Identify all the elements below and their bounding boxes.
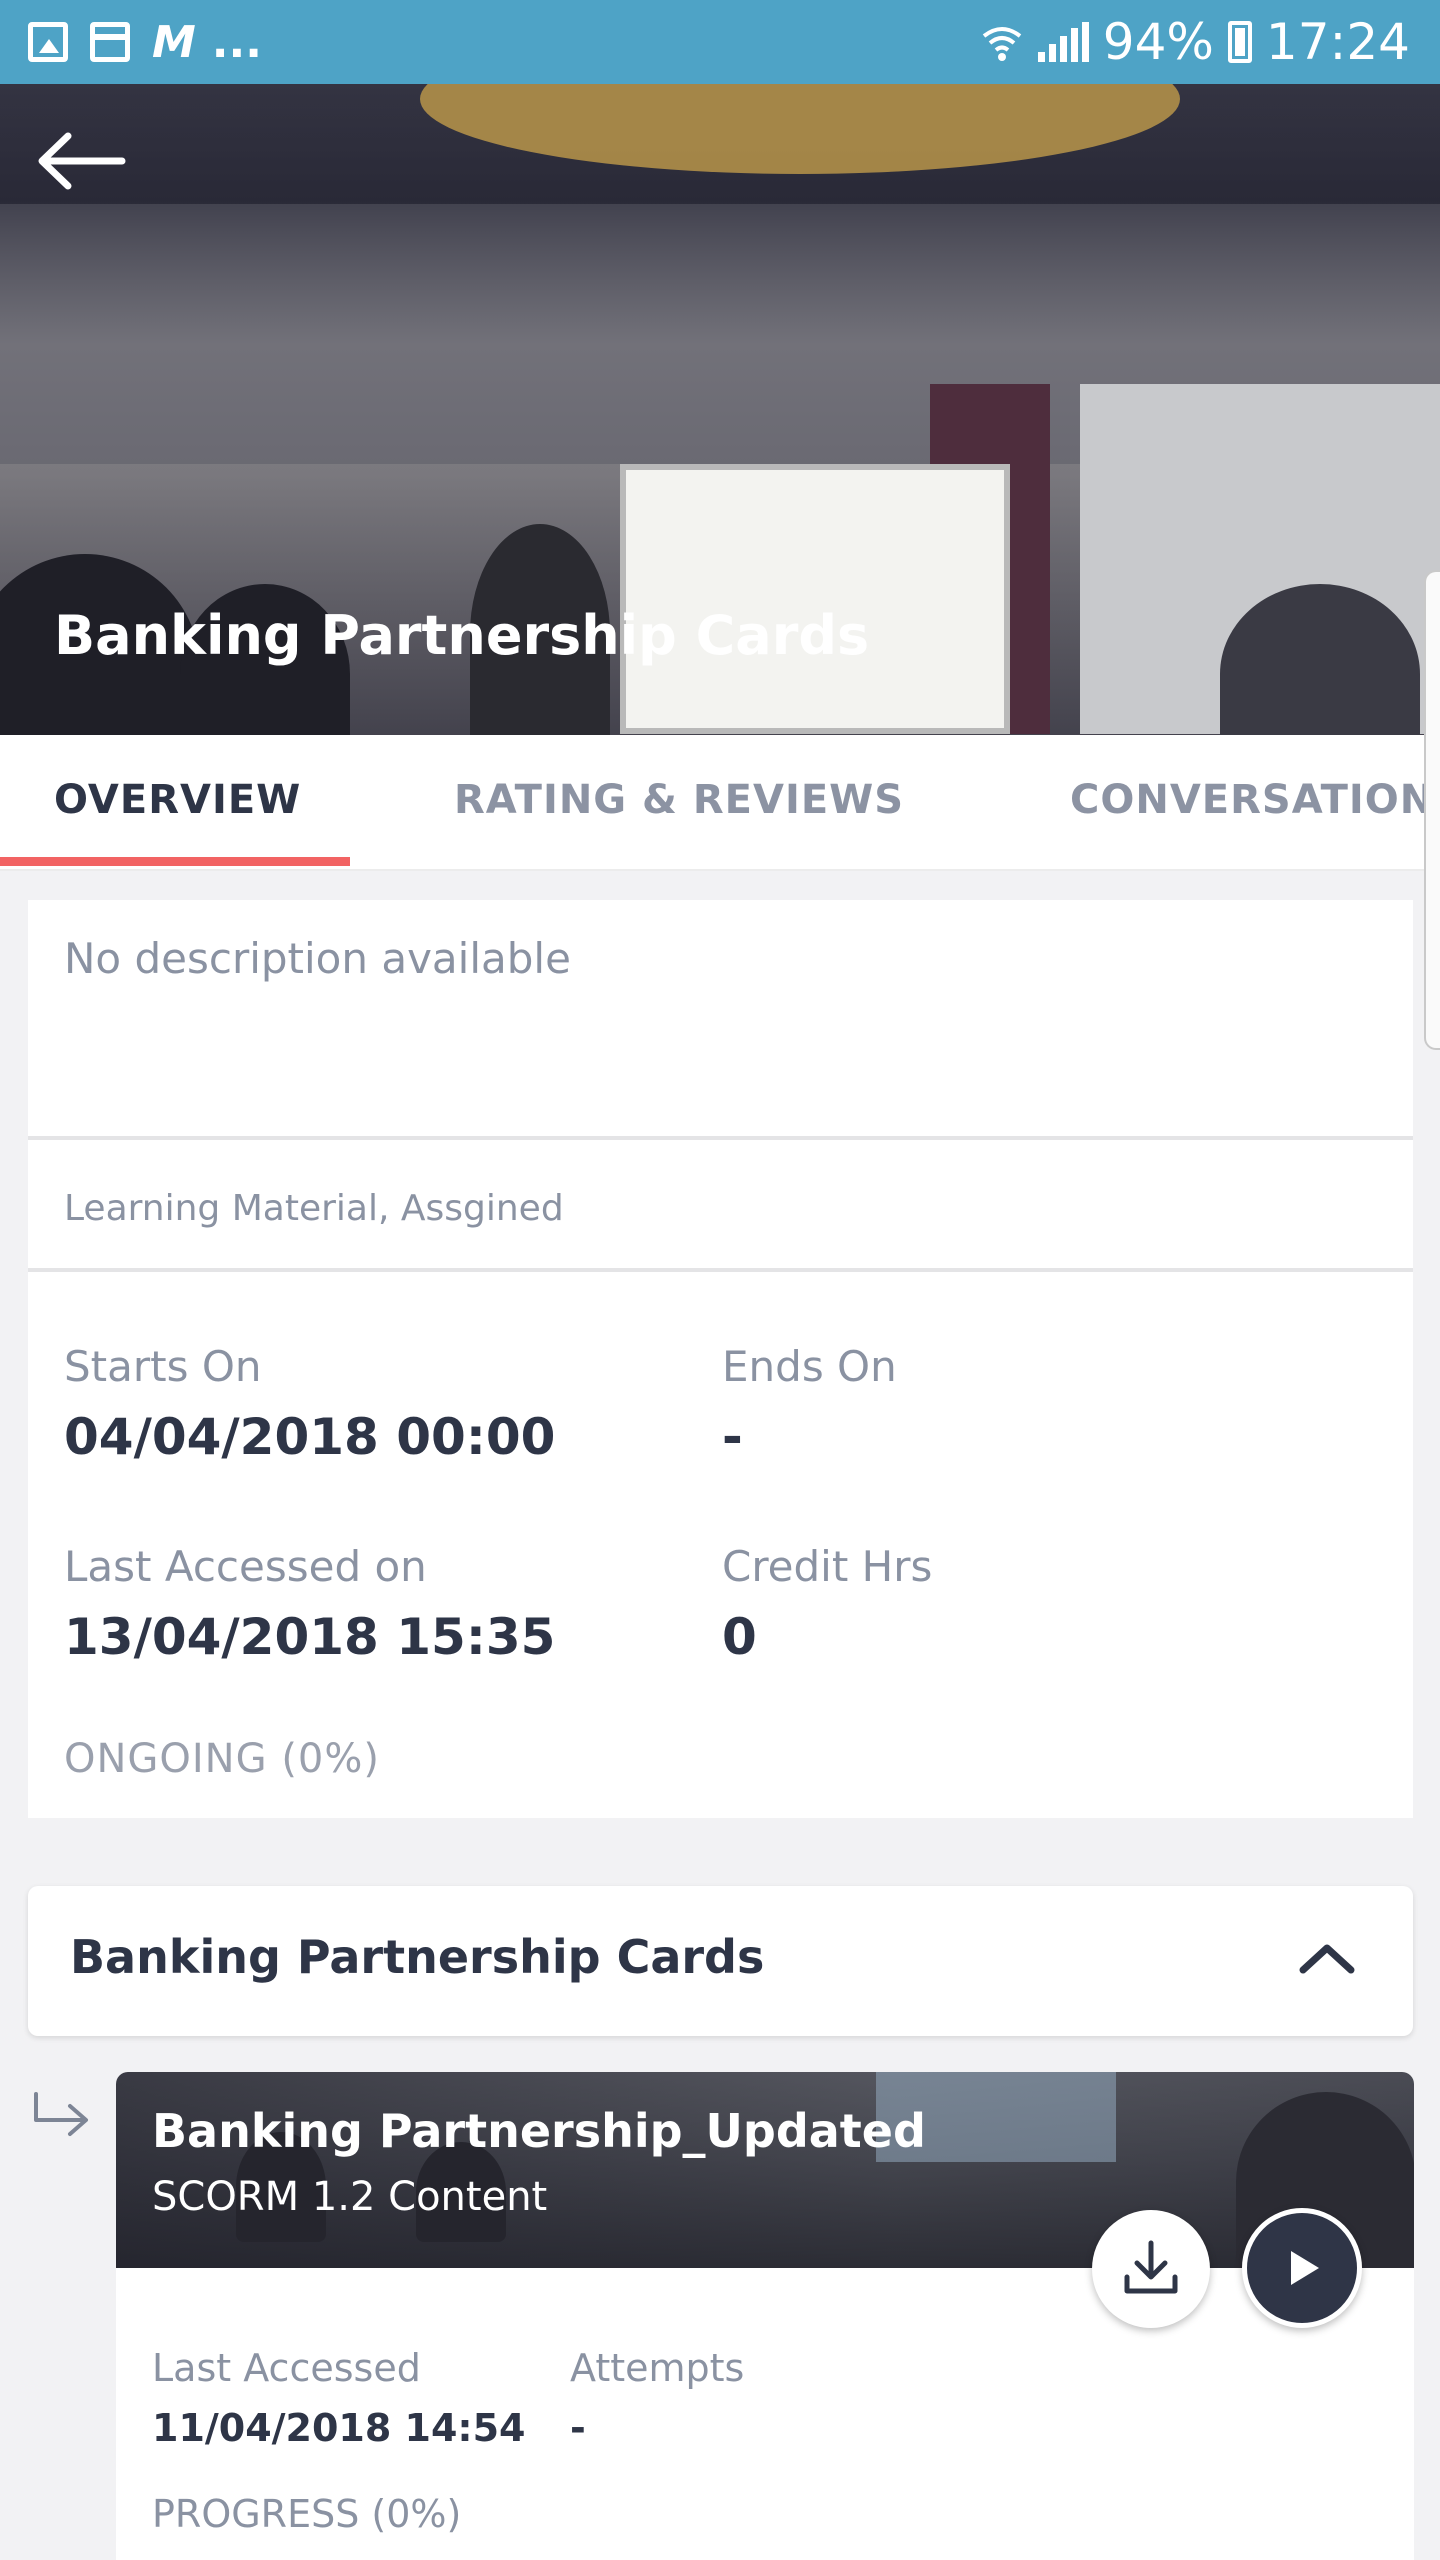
category-tags: Learning Material, Assgined (64, 1188, 564, 1229)
content-thumbnail: Banking Partnership_Updated SCORM 1.2 Co… (116, 2072, 1414, 2268)
progress-text: PROGRESS (0%) (152, 2492, 462, 2536)
status-text: ONGOING (0%) (64, 1736, 380, 1782)
credit-hrs-value: 0 (722, 1608, 757, 1666)
download-button[interactable] (1092, 2210, 1210, 2328)
overview-card: No description available Learning Materi… (28, 900, 1413, 1818)
side-drawer-handle[interactable] (1424, 570, 1440, 1050)
credit-hrs-label: Credit Hrs (722, 1542, 933, 1591)
ends-on-label: Ends On (722, 1342, 897, 1391)
content-type: SCORM 1.2 Content (152, 2174, 548, 2220)
attempts-label: Attempts (570, 2346, 745, 2390)
signal-icon (1037, 22, 1089, 62)
tab-bar: OVERVIEW RATING & REVIEWS CONVERSATIONS (0, 735, 1440, 871)
overflow-indicator: ... (211, 16, 262, 68)
card-icon (90, 22, 130, 62)
divider (28, 1136, 1413, 1140)
play-icon (1291, 2251, 1319, 2285)
ends-on-value: - (722, 1408, 743, 1466)
status-bar: M ... 94% 17:24 (0, 0, 1440, 84)
tab-overview[interactable]: OVERVIEW (54, 777, 301, 823)
description-text: No description available (64, 934, 571, 983)
battery-percent: 94% (1102, 13, 1214, 71)
subitem-arrow-icon (34, 2092, 88, 2136)
module-title: Banking Partnership Cards (70, 1930, 765, 1984)
wifi-icon (982, 27, 1021, 61)
tab-rating-reviews[interactable]: RATING & REVIEWS (454, 777, 904, 823)
clock: 17:24 (1265, 13, 1410, 71)
image-icon (28, 22, 68, 62)
content-last-accessed-label: Last Accessed (152, 2346, 421, 2390)
tab-conversations[interactable]: CONVERSATIONS (1070, 777, 1440, 823)
back-arrow-icon[interactable] (34, 126, 126, 196)
course-hero-image: Banking Partnership Cards (0, 84, 1440, 735)
attempts-value: - (570, 2406, 586, 2450)
course-title: Banking Partnership Cards (54, 604, 870, 667)
content-title: Banking Partnership_Updated (152, 2104, 926, 2158)
last-accessed-label: Last Accessed on (64, 1542, 427, 1591)
last-accessed-value: 13/04/2018 15:35 (64, 1608, 556, 1666)
content-last-accessed-value: 11/04/2018 14:54 (152, 2406, 526, 2450)
divider (28, 1268, 1413, 1272)
active-tab-indicator (0, 857, 350, 866)
module-header[interactable]: Banking Partnership Cards (28, 1886, 1413, 2036)
m-icon: M (152, 16, 196, 68)
play-button[interactable] (1242, 2208, 1362, 2328)
hero-whiteboard (620, 464, 1010, 734)
battery-icon (1227, 21, 1252, 63)
notification-icons: M ... (28, 16, 262, 68)
starts-on-label: Starts On (64, 1342, 262, 1391)
download-icon (1124, 2240, 1178, 2294)
chevron-up-icon[interactable] (1297, 1938, 1357, 1978)
system-icons: 94% 17:24 (980, 10, 1410, 74)
hero-ceiling-light (420, 84, 1180, 174)
starts-on-value: 04/04/2018 00:00 (64, 1408, 556, 1466)
content-item-card[interactable]: Banking Partnership_Updated SCORM 1.2 Co… (116, 2072, 1414, 2560)
